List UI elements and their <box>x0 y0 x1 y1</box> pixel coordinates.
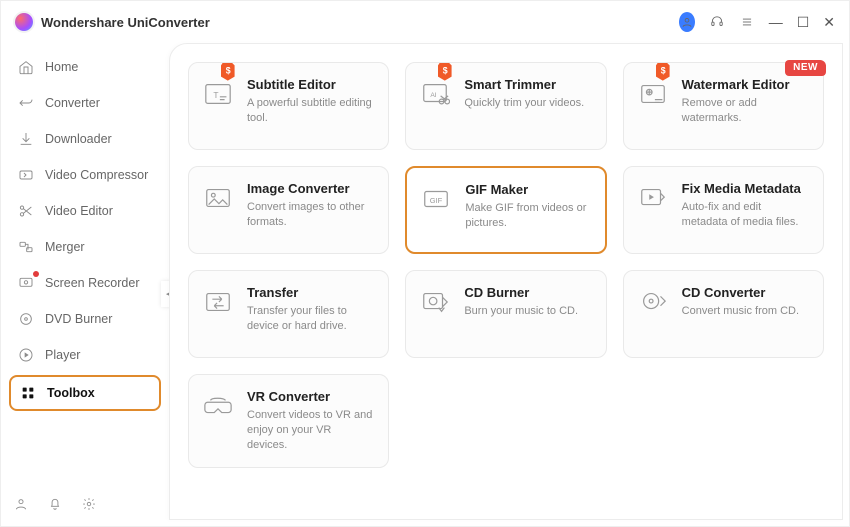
play-icon <box>17 346 35 364</box>
tool-desc: Transfer your files to device or hard dr… <box>247 304 374 334</box>
compress-icon <box>17 166 35 184</box>
content-panel: $ T Subtitle Editor A powerful subtitle … <box>169 43 843 520</box>
convert-icon <box>17 94 35 112</box>
sidebar-item-video-editor[interactable]: Video Editor <box>9 195 161 227</box>
account-avatar[interactable] <box>679 14 695 30</box>
tool-desc: Convert videos to VR and enjoy on your V… <box>247 408 374 453</box>
tool-title: GIF Maker <box>465 182 590 197</box>
sidebar-label: Player <box>45 348 80 362</box>
user-icon[interactable] <box>13 496 29 512</box>
download-icon <box>17 130 35 148</box>
svg-text:T: T <box>213 90 218 100</box>
sidebar-label: Merger <box>45 240 85 254</box>
cdconv-icon <box>636 285 670 319</box>
tool-image-converter[interactable]: Image Converter Convert images to other … <box>188 166 389 254</box>
sidebar-footer <box>9 488 161 518</box>
tool-title: Image Converter <box>247 181 374 196</box>
sidebar-label: Video Editor <box>45 204 113 218</box>
sidebar-item-player[interactable]: Player <box>9 339 161 371</box>
image-icon <box>201 181 235 215</box>
tool-title: Fix Media Metadata <box>682 181 809 196</box>
tool-watermark-editor[interactable]: $ NEW Watermark Editor Remove or add wat… <box>623 62 824 150</box>
new-badge: NEW <box>785 60 826 76</box>
tool-title: Smart Trimmer <box>464 77 584 92</box>
record-icon <box>17 274 35 292</box>
transfer-icon <box>201 285 235 319</box>
tool-desc: Burn your music to CD. <box>464 304 578 319</box>
tool-cd-burner[interactable]: CD Burner Burn your music to CD. <box>405 270 606 358</box>
sidebar-label: Video Compressor <box>45 168 148 182</box>
scissors-icon <box>17 202 35 220</box>
tool-desc: Make GIF from videos or pictures. <box>465 201 590 231</box>
sidebar-item-toolbox[interactable]: Toolbox <box>9 375 161 411</box>
notification-dot <box>33 271 39 277</box>
disc-icon <box>17 310 35 328</box>
sidebar-label: Toolbox <box>47 386 95 400</box>
tool-desc: Auto-fix and edit metadata of media file… <box>682 200 809 230</box>
sidebar-label: Converter <box>45 96 100 110</box>
sidebar-label: DVD Burner <box>45 312 112 326</box>
bell-icon[interactable] <box>47 496 63 512</box>
minimize-button[interactable]: — <box>769 15 783 29</box>
tool-title: Watermark Editor <box>682 77 809 92</box>
sidebar-item-dvd-burner[interactable]: DVD Burner <box>9 303 161 335</box>
tools-grid: $ T Subtitle Editor A powerful subtitle … <box>188 62 824 468</box>
sale-badge-icon: $ <box>221 63 237 83</box>
tool-smart-trimmer[interactable]: $ AI Smart Trimmer Quickly trim your vid… <box>405 62 606 150</box>
sidebar-item-screen-recorder[interactable]: Screen Recorder <box>9 267 161 299</box>
tool-vr-converter[interactable]: VR Converter Convert videos to VR and en… <box>188 374 389 468</box>
tool-desc: A powerful subtitle editing tool. <box>247 96 374 126</box>
app-title: Wondershare UniConverter <box>41 15 210 30</box>
gear-icon[interactable] <box>81 496 97 512</box>
home-icon <box>17 58 35 76</box>
svg-text:AI: AI <box>431 92 437 99</box>
tool-fix-metadata[interactable]: Fix Media Metadata Auto-fix and edit met… <box>623 166 824 254</box>
app-logo <box>15 13 33 31</box>
metadata-icon <box>636 181 670 215</box>
hamburger-menu-icon[interactable] <box>739 14 755 30</box>
maximize-button[interactable]: ☐ <box>797 15 810 29</box>
sidebar-item-merger[interactable]: Merger <box>9 231 161 263</box>
vr-icon <box>201 389 235 423</box>
sidebar-label: Downloader <box>45 132 112 146</box>
tool-desc: Remove or add watermarks. <box>682 96 809 126</box>
tool-title: CD Converter <box>682 285 799 300</box>
tool-title: CD Burner <box>464 285 578 300</box>
support-icon[interactable] <box>709 14 725 30</box>
tool-desc: Quickly trim your videos. <box>464 96 584 111</box>
tool-transfer[interactable]: Transfer Transfer your files to device o… <box>188 270 389 358</box>
tool-desc: Convert images to other formats. <box>247 200 374 230</box>
sidebar-item-converter[interactable]: Converter <box>9 87 161 119</box>
tool-title: VR Converter <box>247 389 374 404</box>
tool-gif-maker[interactable]: GIF GIF Maker Make GIF from videos or pi… <box>405 166 606 254</box>
sale-badge-icon: $ <box>438 63 454 83</box>
sale-badge-icon: $ <box>656 63 672 83</box>
svg-text:GIF: GIF <box>430 196 443 205</box>
sidebar-item-video-compressor[interactable]: Video Compressor <box>9 159 161 191</box>
svg-text:$: $ <box>443 65 448 75</box>
tool-desc: Convert music from CD. <box>682 304 799 319</box>
sidebar-item-downloader[interactable]: Downloader <box>9 123 161 155</box>
tool-cd-converter[interactable]: CD Converter Convert music from CD. <box>623 270 824 358</box>
grid-icon <box>19 384 37 402</box>
titlebar: Wondershare UniConverter — ☐ ✕ <box>1 1 849 43</box>
sidebar-label: Screen Recorder <box>45 276 140 290</box>
sidebar-label: Home <box>45 60 78 74</box>
svg-text:$: $ <box>660 65 665 75</box>
close-button[interactable]: ✕ <box>823 15 835 29</box>
svg-text:$: $ <box>226 65 231 75</box>
sidebar-item-home[interactable]: Home <box>9 51 161 83</box>
merge-icon <box>17 238 35 256</box>
tool-subtitle-editor[interactable]: $ T Subtitle Editor A powerful subtitle … <box>188 62 389 150</box>
cdburn-icon <box>418 285 452 319</box>
sidebar: Home Converter Downloader Video Compress… <box>1 43 169 526</box>
tool-title: Transfer <box>247 285 374 300</box>
gif-icon: GIF <box>419 182 453 216</box>
tool-title: Subtitle Editor <box>247 77 374 92</box>
